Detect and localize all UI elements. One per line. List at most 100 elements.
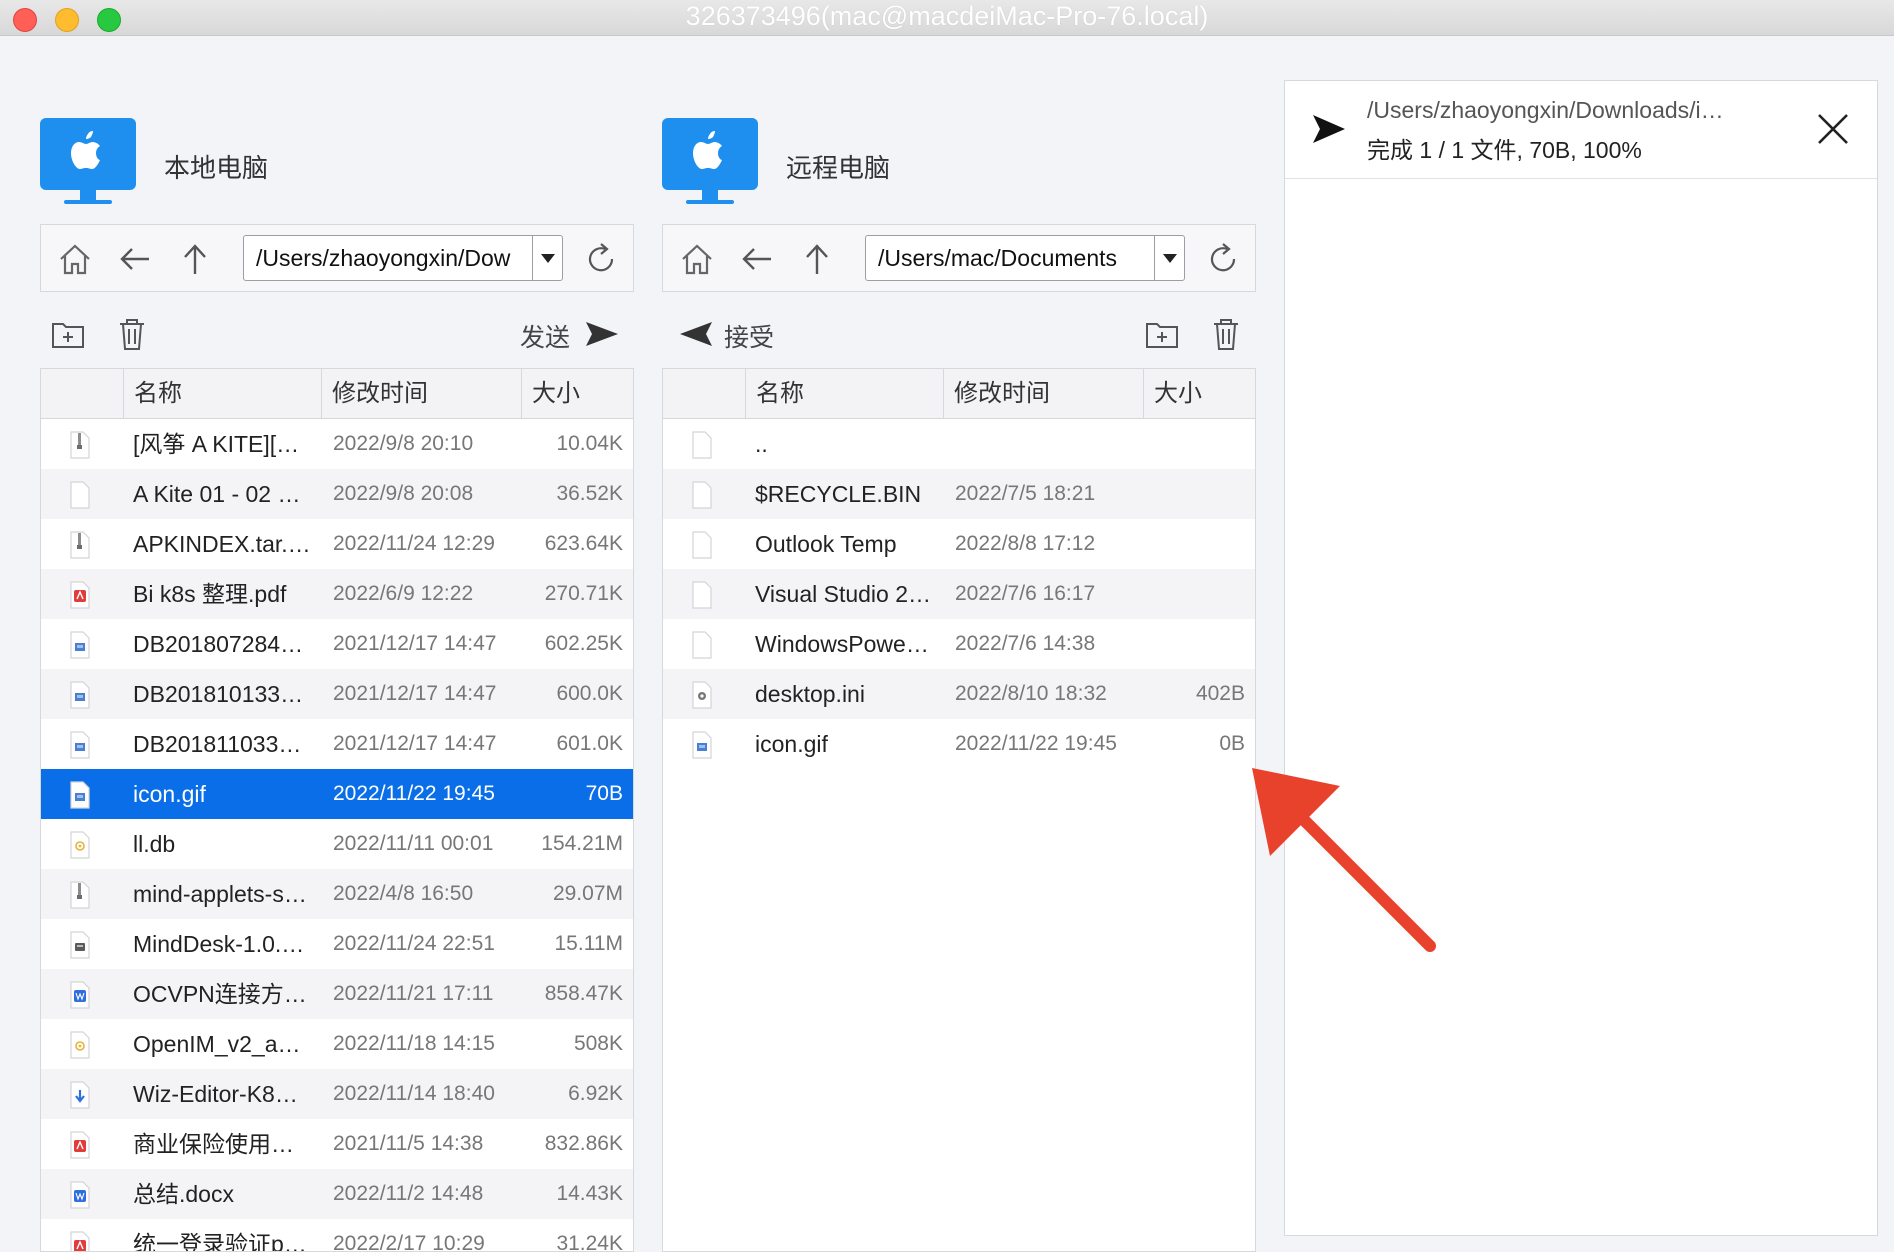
- file-name: icon.gif: [133, 781, 206, 807]
- file-name: Visual Studio 2…: [755, 581, 932, 607]
- file-name: MindDesk-1.0.…: [133, 931, 305, 957]
- home-icon[interactable]: [677, 239, 717, 279]
- file-size: 31.24K: [556, 1232, 623, 1252]
- remote-file-row[interactable]: Outlook Temp 2022/8/8 17:12: [663, 519, 1255, 569]
- file-icon: [692, 431, 712, 459]
- remote-file-row[interactable]: $RECYCLE.BIN 2022/7/5 18:21: [663, 469, 1255, 519]
- receive-icon[interactable]: [676, 314, 716, 354]
- close-icon[interactable]: [1815, 111, 1851, 147]
- file-size: 0B: [1219, 732, 1245, 755]
- new-folder-icon[interactable]: [1142, 314, 1182, 354]
- column-header-size[interactable]: 大小: [521, 369, 633, 419]
- transfer-item[interactable]: /Users/zhaoyongxin/Downloads/i… 完成 1 / 1…: [1285, 81, 1877, 179]
- remote-file-row[interactable]: WindowsPowe… 2022/7/6 14:38: [663, 619, 1255, 669]
- column-header-mtime[interactable]: 修改时间: [943, 369, 1143, 419]
- file-icon: [692, 481, 712, 509]
- refresh-icon[interactable]: [1203, 239, 1243, 279]
- remote-file-row[interactable]: desktop.ini 2022/8/10 18:32 402B: [663, 669, 1255, 719]
- file-mtime: 2022/7/6 16:17: [955, 582, 1096, 605]
- local-file-row[interactable]: [风筝 A KITE][… 2022/9/8 20:10 10.04K: [41, 419, 633, 469]
- local-path-dropdown-button[interactable]: [532, 236, 562, 280]
- trash-icon[interactable]: [1206, 314, 1246, 354]
- local-file-row[interactable]: A Kite 01 - 02 … 2022/9/8 20:08 36.52K: [41, 469, 633, 519]
- file-name: icon.gif: [755, 731, 828, 757]
- file-size: 508K: [573, 1032, 623, 1055]
- file-size: 402B: [1195, 682, 1245, 705]
- pdf-icon: [70, 581, 90, 609]
- remote-title: 远程电脑: [786, 153, 891, 183]
- local-computer-icon: [40, 118, 136, 214]
- local-file-row[interactable]: Bi k8s 整理.pdf 2022/6/9 12:22 270.71K: [41, 569, 633, 619]
- send-icon[interactable]: [582, 314, 622, 354]
- file-size: 14.43K: [556, 1182, 623, 1205]
- remote-actions: 接受: [662, 306, 1256, 362]
- remote-path-input[interactable]: [866, 236, 1152, 280]
- local-file-row[interactable]: 总结.docx 2022/11/2 14:48 14.43K: [41, 1169, 633, 1219]
- zip-icon: [70, 531, 90, 559]
- file-mtime: 2022/9/8 20:08: [333, 482, 474, 505]
- home-icon[interactable]: [55, 239, 95, 279]
- file-icon: [70, 481, 90, 509]
- up-arrow-icon[interactable]: [797, 239, 837, 279]
- column-header-size[interactable]: 大小: [1143, 369, 1255, 419]
- column-header-mtime[interactable]: 修改时间: [321, 369, 521, 419]
- remote-path-combobox[interactable]: [865, 235, 1185, 281]
- local-file-row[interactable]: MindDesk-1.0.… 2022/11/24 22:51 15.11M: [41, 919, 633, 969]
- file-size: 36.52K: [556, 482, 623, 505]
- zip-icon: [70, 881, 90, 909]
- image-icon: [70, 781, 90, 809]
- local-actions: 发送: [40, 306, 634, 362]
- remote-pane: 远程电脑 接受: [662, 72, 1256, 1252]
- local-file-row[interactable]: ll.db 2022/11/11 00:01 154.21M: [41, 819, 633, 869]
- transfer-path: /Users/zhaoyongxin/Downloads/i…: [1367, 97, 1724, 123]
- image-icon: [70, 631, 90, 659]
- image-icon: [70, 731, 90, 759]
- local-file-row[interactable]: APKINDEX.tar.… 2022/11/24 12:29 623.64K: [41, 519, 633, 569]
- file-size: 10.04K: [556, 432, 623, 455]
- local-file-row[interactable]: OpenIM_v2_a… 2022/11/18 14:15 508K: [41, 1019, 633, 1069]
- file-size: [1125, 569, 1245, 619]
- file-name: ll.db: [133, 831, 176, 857]
- remote-table-header: 名称 修改时间 大小: [663, 369, 1255, 419]
- send-label[interactable]: 发送: [520, 318, 570, 354]
- file-mtime: 2022/11/21 17:11: [333, 982, 494, 1005]
- file-name: OCVPN连接方…: [133, 981, 307, 1007]
- remote-file-table: 名称 修改时间 大小 .. $RECYCLE.BIN 2022/7/5 18:21 O…: [662, 368, 1256, 1252]
- word-icon: [70, 1181, 90, 1209]
- local-file-row[interactable]: DB201807284… 2021/12/17 14:47 602.25K: [41, 619, 633, 669]
- local-file-row[interactable]: DB201810133… 2021/12/17 14:47 600.0K: [41, 669, 633, 719]
- remote-toolbar: [662, 224, 1256, 292]
- remote-file-row[interactable]: Visual Studio 2… 2022/7/6 16:17: [663, 569, 1255, 619]
- local-file-row[interactable]: DB201811033… 2021/12/17 14:47 601.0K: [41, 719, 633, 769]
- back-arrow-icon[interactable]: [115, 239, 155, 279]
- remote-path-dropdown-button[interactable]: [1154, 236, 1184, 280]
- local-file-row[interactable]: Wiz-Editor-K8… 2022/11/14 18:40 6.92K: [41, 1069, 633, 1119]
- file-transfer-window: 本地电脑 /Users/zhaoyongxin/Dow 发送 名称 修改时间 大…: [0, 36, 1894, 1252]
- file-mtime: 2021/12/17 14:47: [333, 632, 497, 655]
- column-header-name[interactable]: 名称: [123, 369, 321, 419]
- back-arrow-icon[interactable]: [737, 239, 777, 279]
- file-name: WindowsPowe…: [755, 631, 929, 657]
- local-path-input[interactable]: [244, 236, 530, 280]
- local-table-header: 名称 修改时间 大小: [41, 369, 633, 419]
- file-size: [1125, 519, 1245, 569]
- transfer-queue-panel: /Users/zhaoyongxin/Downloads/i… 完成 1 / 1…: [1284, 80, 1878, 1236]
- up-arrow-icon[interactable]: [175, 239, 215, 279]
- file-mtime: 2022/11/14 18:40: [333, 1082, 495, 1105]
- refresh-icon[interactable]: [581, 239, 621, 279]
- file-size: 623.64K: [544, 532, 623, 555]
- local-file-row[interactable]: mind-applets-s… 2022/4/8 16:50 29.07M: [41, 869, 633, 919]
- remote-file-row[interactable]: icon.gif 2022/11/22 19:45 0B: [663, 719, 1255, 769]
- zip-icon: [70, 431, 90, 459]
- local-file-row[interactable]: OCVPN连接方… 2022/11/21 17:11 858.47K: [41, 969, 633, 1019]
- local-file-row[interactable]: 统一登录验证p… 2022/2/17 10:29 31.24K: [41, 1219, 633, 1252]
- trash-icon[interactable]: [112, 314, 152, 354]
- local-file-row[interactable]: 商业保险使用… 2021/11/5 14:38 832.86K: [41, 1119, 633, 1169]
- new-folder-icon[interactable]: [48, 314, 88, 354]
- local-path-combobox[interactable]: [243, 235, 563, 281]
- receive-label[interactable]: 接受: [724, 318, 774, 354]
- column-header-name[interactable]: 名称: [745, 369, 943, 419]
- remote-header: 远程电脑: [662, 118, 1256, 214]
- local-file-row[interactable]: icon.gif 2022/11/22 19:45 70B: [41, 769, 633, 819]
- remote-file-row[interactable]: ..: [663, 419, 1255, 469]
